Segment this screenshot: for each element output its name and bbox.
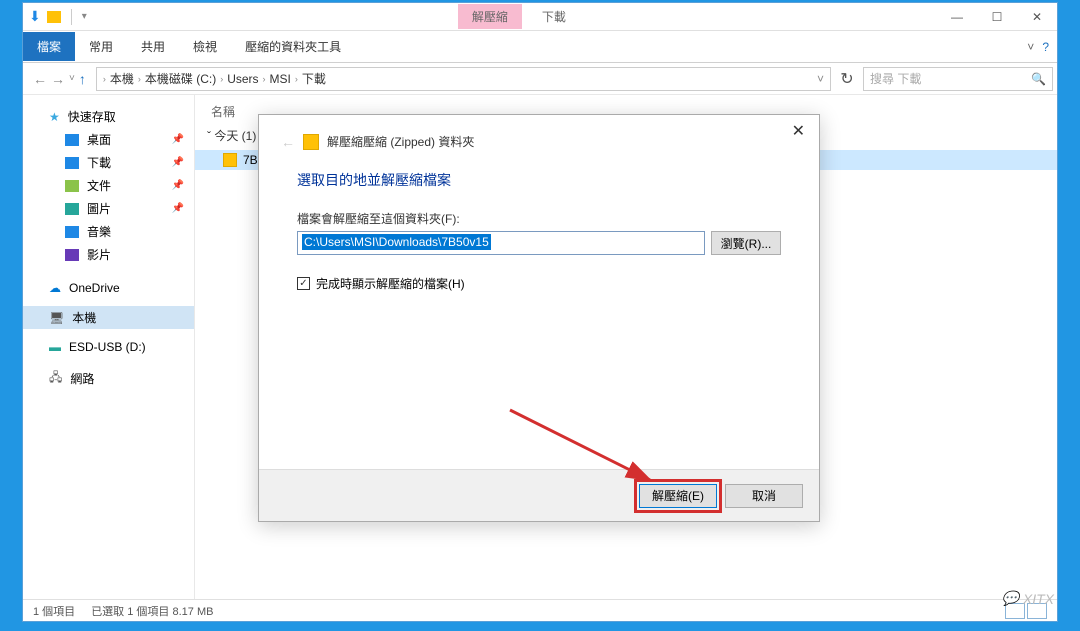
sidebar-item-videos[interactable]: 影片 bbox=[23, 243, 194, 266]
watermark: 💬 XITX bbox=[1001, 590, 1054, 607]
checkbox-icon: ✓ bbox=[297, 277, 310, 290]
dialog-close-button[interactable]: ✕ bbox=[784, 119, 813, 143]
cloud-icon: ☁ bbox=[49, 281, 61, 295]
separator bbox=[71, 9, 72, 25]
ribbon-tab-home[interactable]: 常用 bbox=[75, 32, 127, 61]
pc-icon: 🖥 bbox=[49, 311, 64, 325]
sidebar-item-music[interactable]: 音樂 bbox=[23, 220, 194, 243]
qat-dropdown-icon[interactable]: ▾ bbox=[82, 11, 87, 22]
titlebar: ⬇ ▾ 解壓縮 下載 — ☐ ✕ bbox=[23, 3, 1057, 31]
down-arrow-icon[interactable]: ⬇ bbox=[29, 8, 41, 25]
extract-button[interactable]: 解壓縮(E) bbox=[639, 484, 717, 508]
sidebar-item-documents[interactable]: 文件📌 bbox=[23, 174, 194, 197]
search-placeholder: 搜尋 下載 bbox=[870, 70, 921, 87]
dialog-destination-label: 檔案會解壓縮至這個資料夾(F): bbox=[297, 210, 781, 227]
picture-icon bbox=[65, 203, 79, 215]
extract-dialog: ✕ ← 解壓縮壓縮 (Zipped) 資料夾 選取目的地並解壓縮檔案 檔案會解壓… bbox=[258, 114, 820, 522]
pin-icon: 📌 bbox=[172, 157, 184, 168]
sidebar-this-pc[interactable]: 🖥本機 bbox=[23, 306, 194, 329]
zip-folder-icon bbox=[223, 153, 237, 167]
document-icon bbox=[65, 180, 79, 192]
breadcrumb-item[interactable]: Users bbox=[227, 72, 258, 86]
sidebar-item-pictures[interactable]: 圖片📌 bbox=[23, 197, 194, 220]
cancel-button[interactable]: 取消 bbox=[725, 484, 803, 508]
sidebar-usb-drive[interactable]: ▬ESD-USB (D:) bbox=[23, 337, 194, 357]
checkbox-label: 完成時顯示解壓縮的檔案(H) bbox=[316, 275, 465, 292]
close-button[interactable]: ✕ bbox=[1017, 3, 1057, 31]
search-icon: 🔍 bbox=[1031, 72, 1046, 86]
ribbon: 檔案 常用 共用 檢視 壓縮的資料夾工具 ˅ ? bbox=[23, 31, 1057, 63]
destination-input[interactable]: C:\Users\MSI\Downloads\7B50v15 bbox=[297, 231, 705, 255]
statusbar: 1 個項目 已選取 1 個項目 8.17 MB bbox=[23, 599, 1057, 621]
sidebar-item-downloads[interactable]: 下載📌 bbox=[23, 151, 194, 174]
sidebar-quick-access[interactable]: ★快速存取 bbox=[23, 105, 194, 128]
download-icon bbox=[65, 157, 79, 169]
ribbon-tab-compressed-tools[interactable]: 壓縮的資料夾工具 bbox=[231, 32, 355, 61]
ribbon-tab-file[interactable]: 檔案 bbox=[23, 32, 75, 61]
breadcrumb-item[interactable]: 本機磁碟 (C:) bbox=[145, 70, 216, 87]
addressbar: ← → ˅ ↑ › 本機› 本機磁碟 (C:)› Users› MSI› 下載 … bbox=[23, 63, 1057, 95]
wechat-icon: 💬 bbox=[1001, 590, 1018, 607]
sidebar-network[interactable]: 🖧網路 bbox=[23, 365, 194, 392]
nav-forward-icon[interactable]: → bbox=[51, 71, 65, 87]
pin-icon: 📌 bbox=[172, 203, 184, 214]
column-name[interactable]: 名稱 bbox=[211, 103, 235, 120]
breadcrumb-item[interactable]: 下載 bbox=[302, 70, 326, 87]
search-input[interactable]: 搜尋 下載 🔍 bbox=[863, 67, 1053, 91]
show-files-checkbox[interactable]: ✓ 完成時顯示解壓縮的檔案(H) bbox=[297, 275, 781, 292]
breadcrumb-item[interactable]: MSI bbox=[270, 72, 291, 86]
ribbon-tab-share[interactable]: 共用 bbox=[127, 32, 179, 61]
zip-icon bbox=[303, 134, 319, 150]
maximize-button[interactable]: ☐ bbox=[977, 3, 1017, 31]
pin-icon: 📌 bbox=[172, 180, 184, 191]
nav-back-icon[interactable]: ← bbox=[33, 71, 47, 87]
network-icon: 🖧 bbox=[49, 368, 62, 389]
dialog-title: 選取目的地並解壓縮檔案 bbox=[297, 170, 781, 190]
usb-icon: ▬ bbox=[49, 340, 61, 354]
desktop-icon bbox=[65, 134, 79, 146]
browse-button[interactable]: 瀏覽(R)... bbox=[711, 231, 781, 255]
minimize-button[interactable]: — bbox=[937, 3, 977, 31]
nav-history-icon[interactable]: ˅ bbox=[69, 73, 75, 84]
dialog-header-text: 解壓縮壓縮 (Zipped) 資料夾 bbox=[327, 133, 474, 150]
nav-up-icon[interactable]: ↑ bbox=[79, 71, 86, 87]
status-count: 1 個項目 bbox=[33, 603, 75, 619]
video-icon bbox=[65, 249, 79, 261]
status-selected: 已選取 1 個項目 8.17 MB bbox=[91, 603, 213, 619]
sidebar-item-desktop[interactable]: 桌面📌 bbox=[23, 128, 194, 151]
breadcrumb-item[interactable]: 本機 bbox=[110, 70, 134, 87]
contextual-tab-extract[interactable]: 解壓縮 bbox=[458, 4, 522, 29]
star-icon: ★ bbox=[49, 110, 60, 124]
window-title: 下載 bbox=[542, 8, 566, 25]
refresh-icon[interactable]: ↻ bbox=[835, 69, 859, 89]
ribbon-tab-view[interactable]: 檢視 bbox=[179, 32, 231, 61]
music-icon bbox=[65, 226, 79, 238]
dialog-back-icon: ← bbox=[281, 134, 295, 150]
pin-icon: 📌 bbox=[172, 134, 184, 145]
folder-icon bbox=[47, 11, 61, 23]
ribbon-expand-icon[interactable]: ˅ bbox=[1027, 40, 1034, 54]
ribbon-help-icon[interactable]: ? bbox=[1042, 40, 1049, 54]
sidebar: ★快速存取 桌面📌 下載📌 文件📌 圖片📌 音樂 影片 ☁OneDrive 🖥本… bbox=[23, 95, 195, 599]
breadcrumb-dropdown-icon[interactable]: ˅ bbox=[817, 72, 824, 86]
breadcrumb[interactable]: › 本機› 本機磁碟 (C:)› Users› MSI› 下載 ˅ bbox=[96, 67, 831, 91]
sidebar-onedrive[interactable]: ☁OneDrive bbox=[23, 278, 194, 298]
